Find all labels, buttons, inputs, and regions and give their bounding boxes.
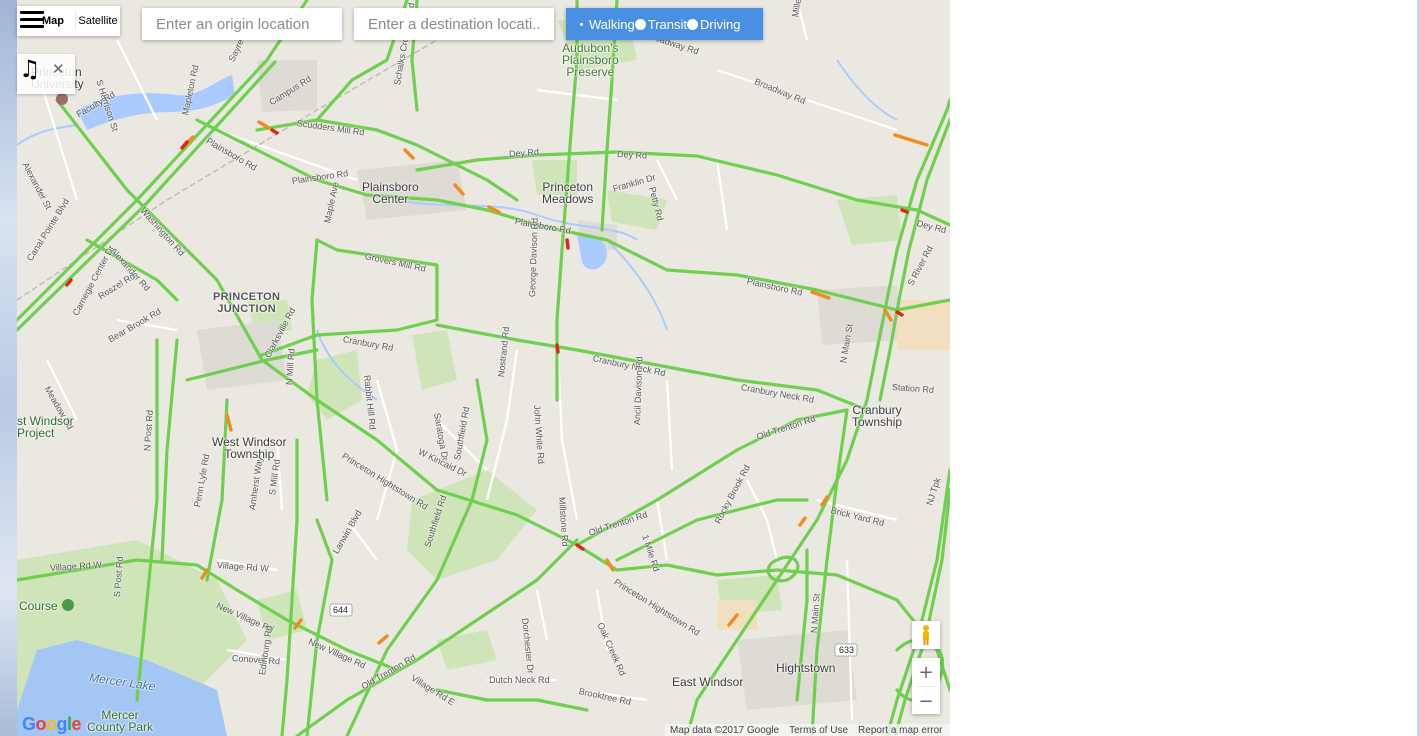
blank-side-panel: [950, 0, 1420, 736]
zoom-in-button[interactable]: +: [912, 658, 940, 686]
place-label: Cranbury Township: [852, 403, 903, 429]
pegman-icon[interactable]: [912, 621, 940, 649]
terms-link[interactable]: Terms of Use: [789, 725, 848, 736]
close-icon[interactable]: ✕: [52, 60, 65, 78]
desktop-background-strip: [0, 0, 17, 736]
place-label: Princeton Meadows: [542, 180, 594, 206]
driving-label: Driving: [700, 16, 741, 32]
park-areas: [17, 15, 902, 736]
destination-input[interactable]: [354, 8, 554, 40]
road-label: Dutch Neck Rd: [489, 675, 550, 685]
road-label: Dey Rd: [616, 149, 648, 161]
place-label: West Windsor Township: [212, 435, 287, 461]
transit-radio[interactable]: [634, 18, 646, 30]
place-label: PRINCETON JUNCTION: [213, 291, 281, 315]
hamburger-icon[interactable]: [20, 11, 44, 31]
route-644: 644: [333, 605, 349, 615]
place-label: East Windsor: [672, 675, 744, 689]
travel-mode-selector: Walking Transit Driving: [566, 8, 763, 40]
walking-radio[interactable]: [576, 18, 587, 30]
poi-marker: [56, 93, 68, 105]
mode-driving[interactable]: Driving: [687, 17, 740, 32]
music-note-icon[interactable]: ♫: [19, 55, 41, 83]
origin-input[interactable]: [142, 8, 342, 40]
place-label: Hightstown: [776, 661, 836, 675]
place-label: Mercer County Park: [87, 708, 154, 734]
place-label: Audubon's Plainsboro Preserve: [562, 41, 619, 79]
zoom-control: + −: [912, 658, 940, 714]
report-error-link[interactable]: Report a map error: [858, 725, 942, 736]
route-633: 633: [839, 645, 855, 655]
place-label: st Windsor Project: [17, 414, 74, 440]
poi-marker-golf: [62, 599, 74, 611]
map-attribution: Map data ©2017 Google Terms of Use Repor…: [665, 724, 950, 736]
urban-areas: [197, 60, 902, 710]
map-canvas[interactable]: Broadway Rd Broadway Rd Dey Rd Dey Rd De…: [17, 0, 950, 736]
place-label: Course: [19, 599, 58, 613]
map-type-satellite-button[interactable]: Satellite: [76, 6, 120, 36]
place-label: Plainsboro Center: [362, 180, 419, 206]
zoom-out-button[interactable]: −: [912, 687, 940, 715]
map-data-credit: Map data ©2017 Google: [670, 724, 780, 736]
walking-label: Walking: [589, 16, 635, 32]
mode-transit[interactable]: Transit: [634, 16, 688, 32]
google-logo[interactable]: Google: [22, 714, 82, 735]
transit-label: Transit: [647, 16, 688, 32]
driving-radio[interactable]: [687, 18, 699, 30]
mode-walking[interactable]: Walking: [576, 17, 635, 32]
road-label: Dey Rd: [508, 146, 540, 159]
